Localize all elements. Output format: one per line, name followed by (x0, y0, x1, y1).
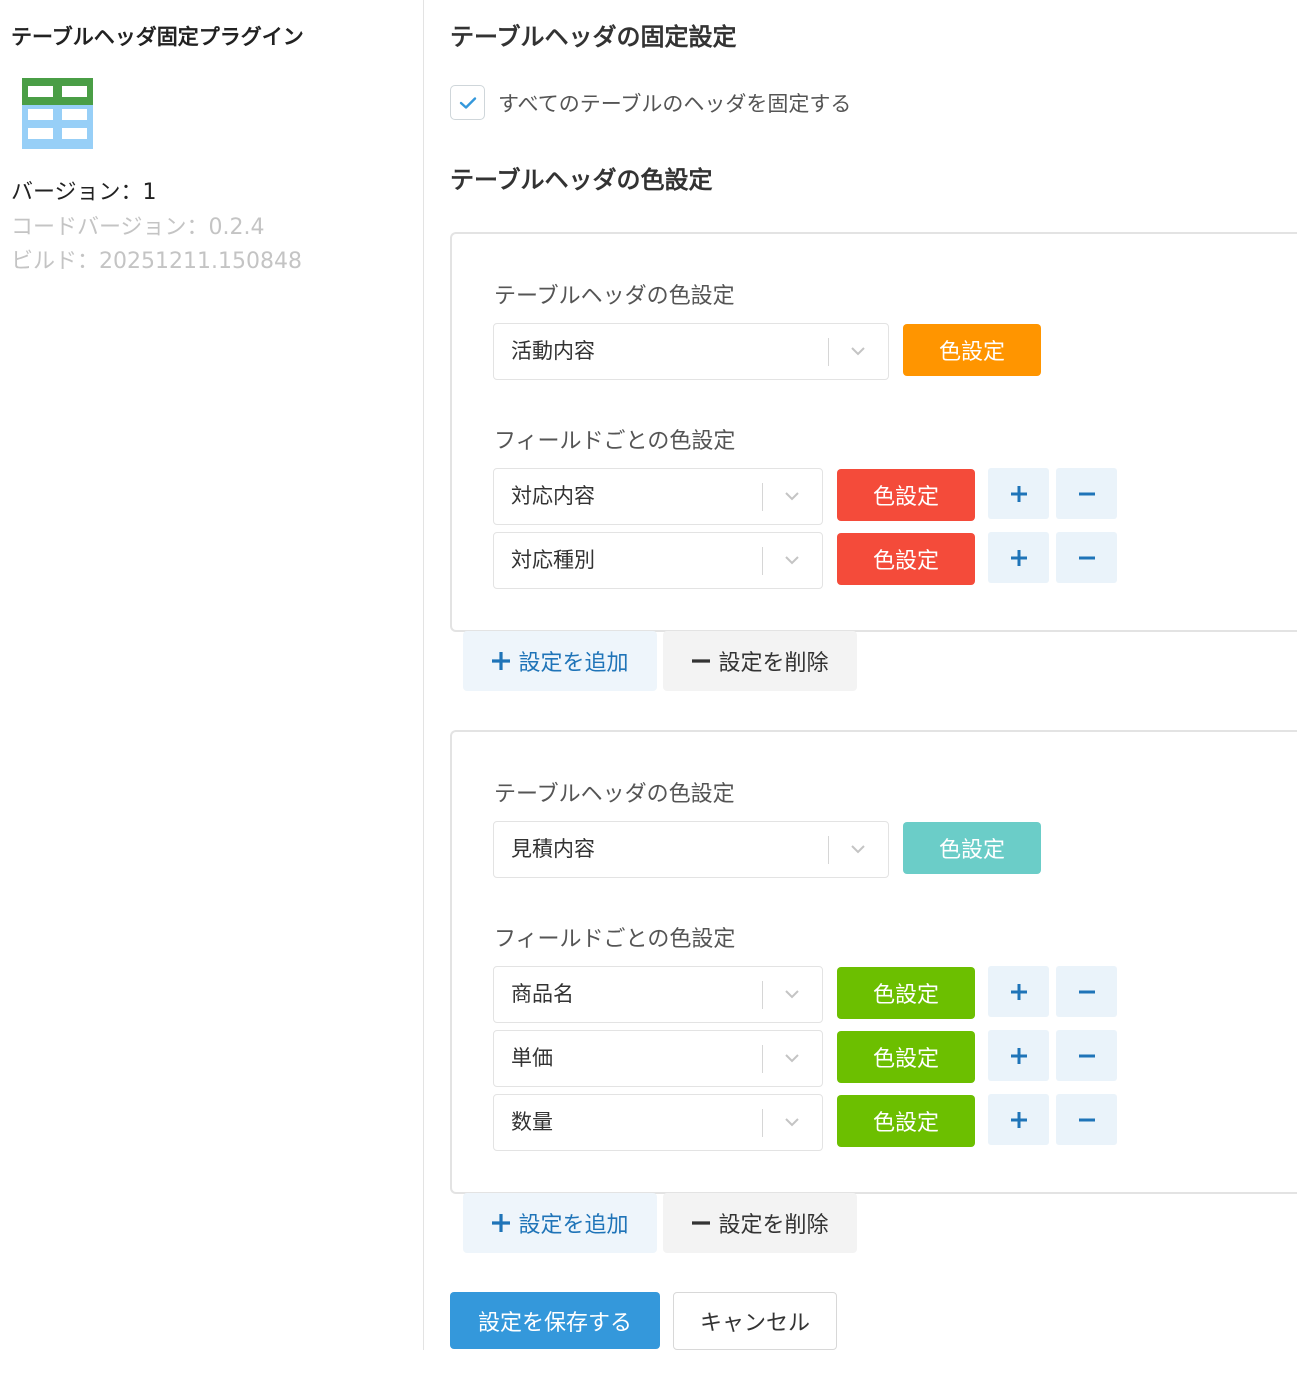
chevron-down-icon (785, 556, 799, 565)
delete-setting-button[interactable]: 設定を削除 (663, 1193, 857, 1253)
field-select[interactable]: 対応種別 (493, 532, 823, 589)
field-select[interactable]: 商品名 (493, 966, 823, 1023)
select-divider (762, 483, 763, 511)
table-select[interactable]: 見積内容 (493, 821, 889, 878)
remove-field-button[interactable] (1056, 966, 1117, 1017)
plus-icon (1010, 1047, 1027, 1064)
minus-icon (1078, 1118, 1095, 1121)
select-divider (762, 981, 763, 1009)
fix-all-label: すべてのテーブルのヘッダを固定する (498, 91, 852, 116)
delete-setting-button[interactable]: 設定を削除 (663, 631, 857, 691)
color-setting-group: テーブルヘッダの色設定 見積内容 色設定 フィールドごとの色設定 商品名 色設定… (450, 730, 1297, 1194)
field-color-button[interactable]: 色設定 (837, 1031, 975, 1083)
field-select[interactable]: 単価 (493, 1030, 823, 1087)
field-color-button[interactable]: 色設定 (837, 533, 975, 585)
select-divider (762, 1109, 763, 1137)
cancel-button[interactable]: キャンセル (673, 1292, 837, 1350)
fix-all-checkbox-row[interactable]: すべてのテーブルのヘッダを固定する (450, 85, 851, 120)
plugin-sidebar: テーブルヘッダ固定プラグイン バージョン：1 コードバージョン：0.2.4 ビル… (0, 0, 424, 1350)
plus-icon (1010, 485, 1027, 502)
field-color-button[interactable]: 色設定 (837, 967, 975, 1019)
fixed-settings-title: テーブルヘッダの固定設定 (450, 23, 737, 51)
chevron-down-icon (785, 492, 799, 501)
field-select-value: 商品名 (511, 982, 574, 1006)
select-divider (828, 338, 829, 366)
field-color-button[interactable]: 色設定 (837, 1095, 975, 1147)
plugin-version: バージョン：1 (11, 180, 157, 205)
add-field-button[interactable] (988, 1030, 1049, 1081)
delete-setting-label: 設定を削除 (718, 1213, 829, 1238)
minus-icon (692, 1221, 711, 1225)
select-divider (762, 1045, 763, 1073)
chevron-down-icon (851, 845, 865, 854)
table-select-value: 活動内容 (511, 339, 595, 363)
add-field-button[interactable] (988, 1094, 1049, 1145)
table-select[interactable]: 活動内容 (493, 323, 889, 380)
plugin-name: テーブルヘッダ固定プラグイン (11, 25, 304, 49)
plus-icon (1010, 983, 1027, 1000)
field-select-value: 単価 (511, 1046, 553, 1070)
remove-field-button[interactable] (1056, 1094, 1117, 1145)
remove-field-button[interactable] (1056, 532, 1117, 583)
plus-icon (1010, 549, 1027, 566)
check-icon (459, 96, 476, 109)
add-field-button[interactable] (988, 966, 1049, 1017)
table-icon (22, 78, 93, 149)
field-color-label: フィールドごとの色設定 (494, 927, 736, 952)
color-setting-group: テーブルヘッダの色設定 活動内容 色設定 フィールドごとの色設定 対応内容 色設… (450, 232, 1297, 632)
select-divider (762, 547, 763, 575)
add-setting-button[interactable]: 設定を追加 (463, 631, 657, 691)
settings-panel: テーブルヘッダの固定設定 すべてのテーブルのヘッダを固定する テーブルヘッダの色… (450, 0, 1297, 1392)
add-field-button[interactable] (988, 532, 1049, 583)
plus-icon (492, 1214, 511, 1232)
field-select[interactable]: 数量 (493, 1094, 823, 1151)
select-divider (828, 836, 829, 864)
plus-icon (1010, 1111, 1027, 1128)
minus-icon (692, 659, 711, 663)
add-setting-label: 設定を追加 (518, 651, 629, 676)
field-color-label: フィールドごとの色設定 (494, 429, 736, 454)
minus-icon (1078, 990, 1095, 993)
add-setting-button[interactable]: 設定を追加 (463, 1193, 657, 1253)
save-button[interactable]: 設定を保存する (450, 1292, 660, 1349)
plus-icon (492, 652, 511, 670)
chevron-down-icon (851, 347, 865, 356)
field-select[interactable]: 対応内容 (493, 468, 823, 525)
chevron-down-icon (785, 1118, 799, 1127)
chevron-down-icon (785, 1054, 799, 1063)
table-color-button[interactable]: 色設定 (903, 324, 1041, 376)
field-select-value: 対応内容 (511, 484, 595, 508)
color-settings-title: テーブルヘッダの色設定 (450, 166, 713, 194)
field-select-value: 対応種別 (511, 548, 595, 572)
minus-icon (1078, 492, 1095, 495)
chevron-down-icon (785, 990, 799, 999)
table-color-label: テーブルヘッダの色設定 (494, 284, 735, 309)
table-color-button[interactable]: 色設定 (903, 822, 1041, 874)
add-field-button[interactable] (988, 468, 1049, 519)
field-color-button[interactable]: 色設定 (837, 469, 975, 521)
field-select-value: 数量 (511, 1110, 553, 1134)
plugin-build: ビルド：20251211.150848 (11, 249, 302, 274)
add-setting-label: 設定を追加 (518, 1213, 629, 1238)
table-color-label: テーブルヘッダの色設定 (494, 782, 735, 807)
plugin-code-version: コードバージョン：0.2.4 (11, 215, 265, 240)
remove-field-button[interactable] (1056, 468, 1117, 519)
table-select-value: 見積内容 (511, 837, 595, 861)
minus-icon (1078, 1054, 1095, 1057)
minus-icon (1078, 556, 1095, 559)
remove-field-button[interactable] (1056, 1030, 1117, 1081)
fix-all-checkbox[interactable] (450, 85, 485, 120)
delete-setting-label: 設定を削除 (718, 651, 829, 676)
